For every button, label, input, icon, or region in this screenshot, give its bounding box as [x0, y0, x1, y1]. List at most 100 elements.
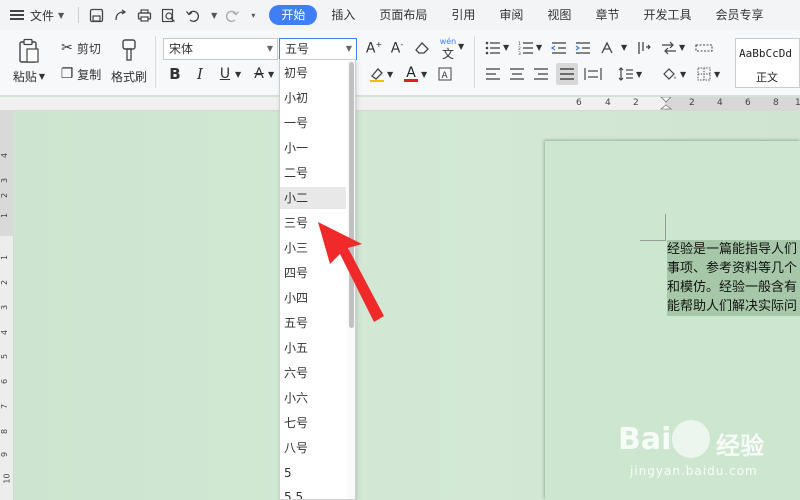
paste-icon[interactable] — [14, 36, 44, 66]
bullet-list-icon[interactable] — [484, 39, 502, 57]
format-painter-button[interactable]: 格式刷 — [108, 68, 150, 84]
font-size-option[interactable]: 六号 — [280, 362, 346, 384]
font-size-option[interactable]: 初号 — [280, 62, 346, 84]
tab-view[interactable]: 视图 — [537, 5, 581, 25]
highlight-icon[interactable] — [368, 65, 386, 83]
shrink-font-icon[interactable]: A- — [389, 39, 405, 57]
chevron-down-icon: ▼ — [345, 44, 352, 53]
menu-bar: 文件 ▼ ▼ ▾ 开始 插入 页面布局 引用 审阅 视图 章节 开发工具 会员专… — [0, 0, 800, 30]
increase-indent-icon[interactable] — [574, 39, 592, 57]
ruler-number: 3 — [0, 304, 10, 311]
decrease-indent-icon[interactable] — [550, 39, 568, 57]
bold-button[interactable]: B — [166, 64, 184, 84]
font-size-option[interactable]: 5.5 — [280, 486, 346, 499]
ruler-number: 4 — [605, 98, 611, 108]
chevron-down-icon: ▼ — [38, 71, 46, 81]
phonetic-guide-icon[interactable]: wén 文 — [438, 37, 458, 61]
grow-font-icon[interactable]: A+ — [366, 39, 382, 57]
tab-home[interactable]: 开始 — [269, 5, 318, 25]
font-color-bar — [404, 79, 418, 82]
save-icon[interactable] — [87, 6, 105, 24]
strikethrough-button[interactable]: A — [250, 64, 268, 84]
paw-logo-icon — [672, 420, 710, 458]
show-hide-marks-icon[interactable] — [694, 39, 714, 57]
font-size-option[interactable]: 小五 — [280, 337, 346, 359]
chinese-layout-icon[interactable] — [598, 39, 620, 57]
tab-developer[interactable]: 开发工具 — [633, 5, 701, 25]
tab-section[interactable]: 章节 — [585, 5, 629, 25]
ruler-number: 6 — [0, 378, 10, 385]
shading-dropdown-icon[interactable]: ▼ — [680, 70, 686, 79]
font-color-dropdown-icon[interactable]: ▼ — [421, 70, 427, 79]
font-name-value: 宋体 — [169, 42, 194, 56]
numbered-list-icon[interactable]: 123 — [517, 39, 535, 57]
export-icon[interactable] — [111, 6, 129, 24]
tab-review[interactable]: 审阅 — [489, 5, 533, 25]
tab-member[interactable]: 会员专享 — [705, 5, 773, 25]
ruler-number: 3 — [0, 177, 10, 184]
sort-dropdown-icon[interactable]: ▼ — [679, 43, 685, 52]
tab-references[interactable]: 引用 — [441, 5, 485, 25]
align-left-icon[interactable] — [484, 65, 502, 83]
underline-button[interactable]: U — [216, 64, 234, 84]
style-normal[interactable]: AaBbCcDd 正文 — [735, 38, 800, 88]
line-spacing-icon[interactable] — [617, 65, 635, 83]
phonetic-dropdown-icon[interactable]: ▼ — [458, 42, 464, 51]
vertical-ruler[interactable]: 4 3 2 1 1 2 3 4 5 6 7 8 9 10 — [0, 111, 14, 500]
text-direction-icon[interactable] — [635, 39, 653, 57]
print-icon[interactable] — [135, 6, 153, 24]
font-size-option-selected[interactable]: 小二 — [280, 187, 346, 209]
undo-icon[interactable] — [183, 6, 201, 24]
font-size-option[interactable]: 小初 — [280, 87, 346, 109]
layout-dropdown-icon[interactable]: ▼ — [621, 43, 627, 52]
format-painter-icon[interactable] — [116, 36, 142, 64]
character-border-icon[interactable]: A — [436, 65, 454, 83]
ruler-number: 1 — [0, 212, 10, 219]
borders-dropdown-icon[interactable]: ▼ — [714, 70, 720, 79]
distributed-align-icon[interactable] — [583, 65, 603, 83]
font-size-option[interactable]: 八号 — [280, 437, 346, 459]
horizontal-ruler[interactable]: 6 4 2 2 4 6 8 10 — [0, 97, 800, 111]
line-spacing-dropdown-icon[interactable]: ▼ — [636, 70, 642, 79]
copy-button[interactable]: ❐ 复制 — [56, 65, 106, 83]
numbering-dropdown-icon[interactable]: ▼ — [536, 43, 542, 52]
justify-icon[interactable] — [556, 63, 578, 85]
paste-button[interactable]: 粘贴 ▼ — [11, 68, 47, 84]
bullet-dropdown-icon[interactable]: ▼ — [503, 43, 509, 52]
customize-toolbar-icon[interactable]: ▾ — [251, 11, 255, 20]
annotation-arrow-icon — [318, 222, 384, 322]
tab-insert[interactable]: 插入 — [321, 5, 365, 25]
ruler-number: 4 — [0, 152, 10, 159]
font-size-option[interactable]: 二号 — [280, 162, 346, 184]
font-color-button[interactable]: A — [402, 63, 420, 83]
selected-paragraph[interactable]: 经验是一篇能指导人们 事项、参考资料等几个 和模仿。经验一般含有 能帮助人们解决… — [667, 240, 800, 316]
font-size-option[interactable]: 一号 — [280, 112, 346, 134]
font-size-option[interactable]: 小一 — [280, 137, 346, 159]
format-painter-label: 格式刷 — [110, 69, 147, 84]
borders-icon[interactable] — [695, 65, 713, 83]
undo-dropdown-icon[interactable]: ▼ — [211, 11, 217, 20]
redo-icon[interactable] — [223, 6, 241, 24]
indent-marker-icon[interactable] — [660, 97, 672, 111]
font-size-option[interactable]: 5 — [280, 462, 346, 484]
ruler-number: 6 — [745, 98, 751, 108]
highlight-dropdown-icon[interactable]: ▼ — [387, 70, 393, 79]
cut-button[interactable]: ✂ 剪切 — [56, 39, 106, 57]
clear-format-icon[interactable] — [413, 39, 431, 57]
italic-button[interactable]: I — [191, 64, 209, 84]
shading-icon[interactable] — [661, 65, 679, 83]
align-center-icon[interactable] — [508, 65, 526, 83]
text-line: 能帮助人们解决实际问 — [667, 297, 800, 316]
align-right-icon[interactable] — [532, 65, 550, 83]
font-size-option[interactable]: 七号 — [280, 412, 346, 434]
print-preview-icon[interactable] — [159, 6, 177, 24]
font-name-select[interactable]: 宋体 ▼ — [163, 38, 278, 60]
svg-text:3: 3 — [518, 51, 521, 55]
font-size-select[interactable]: 五号 ▼ — [279, 38, 357, 60]
font-size-option[interactable]: 小六 — [280, 387, 346, 409]
sort-icon[interactable] — [660, 39, 678, 57]
underline-dropdown-icon[interactable]: ▼ — [235, 70, 241, 79]
strikethrough-dropdown-icon[interactable]: ▼ — [268, 70, 274, 79]
file-menu[interactable]: 文件 ▼ — [10, 7, 64, 24]
tab-page-layout[interactable]: 页面布局 — [369, 5, 437, 25]
